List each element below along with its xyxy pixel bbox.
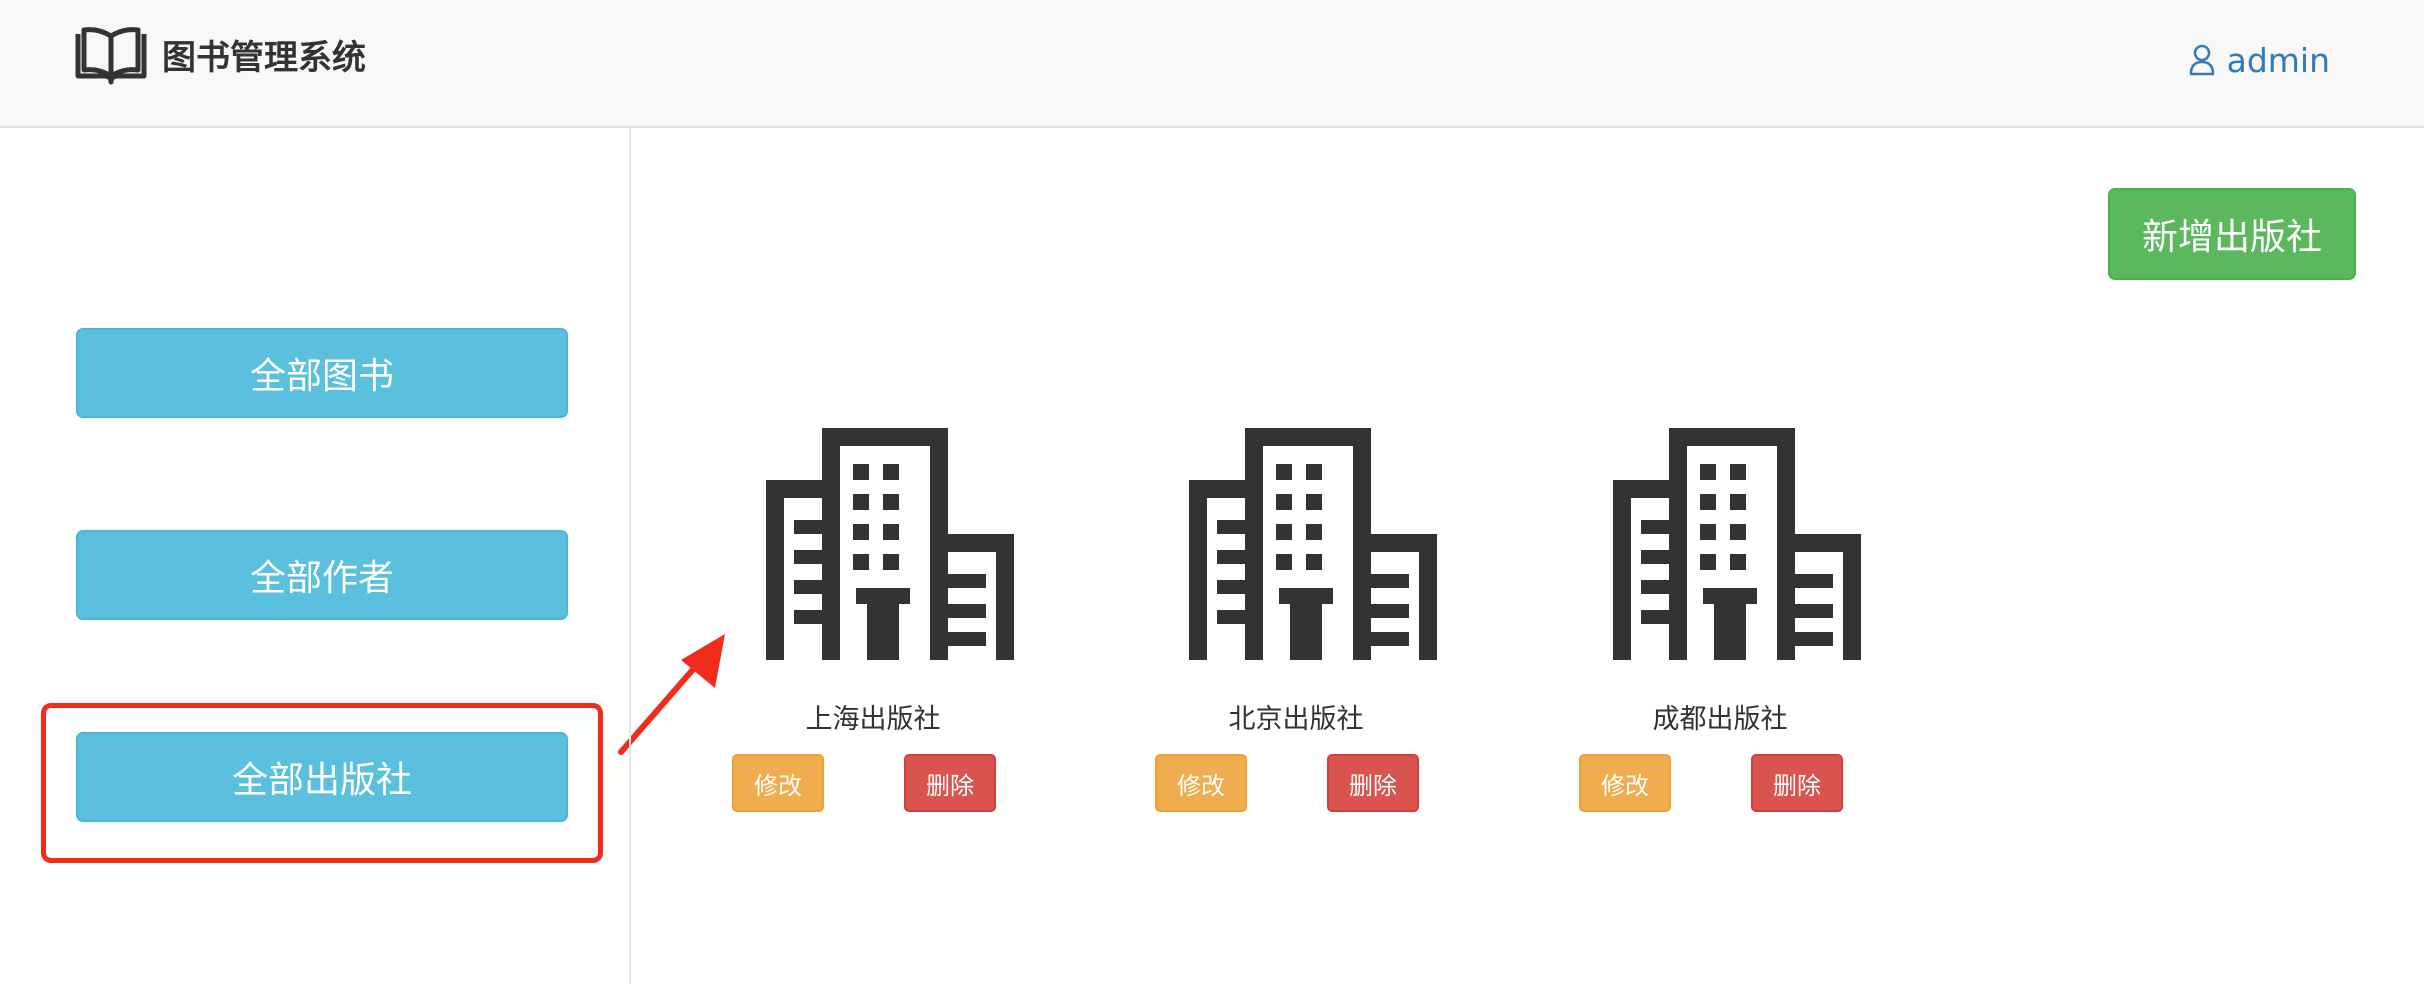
publisher-name: 北京出版社 — [1228, 704, 1364, 735]
building-icon — [1189, 428, 1437, 660]
publisher-name: 成都出版社 — [1652, 704, 1788, 735]
open-book-icon — [75, 27, 147, 85]
delete-publisher-button[interactable]: 删除 — [1327, 754, 1419, 812]
edit-publisher-button[interactable]: 修改 — [732, 754, 824, 812]
sidebar-item-all-authors[interactable]: 全部作者 — [76, 530, 568, 620]
building-icon — [1613, 428, 1861, 660]
building-icon — [766, 428, 1014, 660]
publisher-name: 上海出版社 — [805, 704, 941, 735]
edit-publisher-button[interactable]: 修改 — [1155, 754, 1247, 812]
user-icon — [2189, 44, 2214, 76]
publisher-card: 成都出版社 修改 删除 — [1565, 428, 1895, 818]
app-brand-title[interactable]: 图书管理系统 — [162, 36, 366, 80]
annotation-arrow — [618, 634, 725, 755]
user-menu[interactable]: admin — [2189, 38, 2330, 82]
username-label: admin — [2226, 40, 2330, 80]
add-publisher-button[interactable]: 新增出版社 — [2108, 188, 2356, 280]
publisher-card: 北京出版社 修改 删除 — [1141, 428, 1471, 818]
sidebar-item-all-books[interactable]: 全部图书 — [76, 328, 568, 418]
top-navbar: 图书管理系统 admin — [0, 0, 2424, 128]
delete-publisher-button[interactable]: 删除 — [904, 754, 996, 812]
publisher-card: 上海出版社 修改 删除 — [718, 428, 1048, 818]
edit-publisher-button[interactable]: 修改 — [1579, 754, 1671, 812]
annotation-highlight-box — [41, 703, 603, 863]
sidebar-divider — [629, 128, 631, 984]
delete-publisher-button[interactable]: 删除 — [1751, 754, 1843, 812]
